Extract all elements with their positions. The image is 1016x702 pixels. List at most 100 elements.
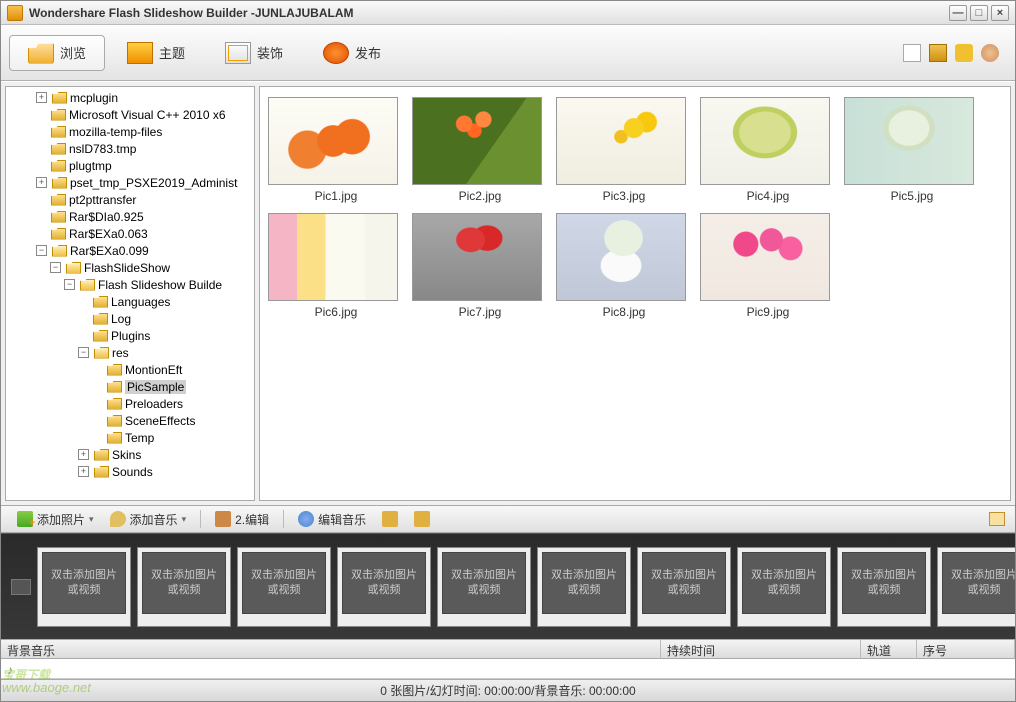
tree-item[interactable]: Microsoft Visual C++ 2010 x6: [8, 106, 252, 123]
edit-music-icon: [298, 511, 314, 527]
user-icon[interactable]: [981, 44, 999, 62]
edit-button[interactable]: 2.编辑: [209, 509, 275, 530]
tab-theme[interactable]: 主题: [109, 36, 203, 70]
folder-icon: [52, 245, 67, 257]
tree-item[interactable]: pt2pttransfer: [8, 191, 252, 208]
tree-item[interactable]: Plugins: [8, 327, 252, 344]
tree-item[interactable]: + mcplugin: [8, 89, 252, 106]
tree-label: pset_tmp_PSXE2019_Administ: [70, 176, 237, 190]
timeline-slot[interactable]: 双击添加图片或视频: [737, 547, 831, 627]
tree-item[interactable]: Temp: [8, 429, 252, 446]
folder-icon: [107, 398, 122, 410]
timeline-panel: 双击添加图片或视频双击添加图片或视频双击添加图片或视频双击添加图片或视频双击添加…: [1, 533, 1015, 639]
thumbnail-item[interactable]: Pic5.jpg: [844, 97, 980, 203]
tab-decorate[interactable]: 装饰: [207, 36, 301, 70]
tree-toggle-icon[interactable]: +: [78, 449, 89, 460]
thumbnail-item[interactable]: Pic7.jpg: [412, 213, 548, 319]
tree-item[interactable]: − Rar$EXa0.099: [8, 242, 252, 259]
tree-label: Rar$EXa0.099: [70, 244, 149, 258]
thumbnail-item[interactable]: Pic6.jpg: [268, 213, 404, 319]
tree-item[interactable]: −res: [8, 344, 252, 361]
music-track-row[interactable]: ♪: [1, 659, 1015, 679]
thumbnail-image: [412, 213, 542, 301]
tree-item[interactable]: Rar$EXa0.063: [8, 225, 252, 242]
new-page-icon[interactable]: [903, 44, 921, 62]
folder-icon: [51, 194, 66, 206]
col-duration[interactable]: 持续时间: [661, 640, 861, 658]
rotate-left-button[interactable]: [376, 509, 404, 529]
tree-label: Log: [111, 312, 131, 326]
thumbnail-item[interactable]: Pic1.jpg: [268, 97, 404, 203]
timeline-slot[interactable]: 双击添加图片或视频: [537, 547, 631, 627]
tree-item[interactable]: PicSample: [8, 378, 252, 395]
timeline-slot[interactable]: 双击添加图片或视频: [337, 547, 431, 627]
columns-header: 背景音乐 持续时间 轨道 序号: [1, 639, 1015, 659]
folder-icon: [51, 143, 66, 155]
tree-label: Sounds: [112, 465, 153, 479]
minimize-button[interactable]: —: [949, 5, 967, 21]
timeline-slot-placeholder: 双击添加图片或视频: [142, 552, 226, 614]
tree-toggle-icon[interactable]: −: [78, 347, 89, 358]
thumbnail-image: [412, 97, 542, 185]
tab-publish[interactable]: 发布: [305, 36, 399, 70]
thumbnail-item[interactable]: Pic2.jpg: [412, 97, 548, 203]
tree-toggle-icon[interactable]: +: [78, 466, 89, 477]
timeline-slot[interactable]: 双击添加图片或视频: [837, 547, 931, 627]
add-photo-button[interactable]: 添加照片▾: [11, 509, 100, 530]
tree-item[interactable]: Languages: [8, 293, 252, 310]
tab-browse[interactable]: 浏览: [9, 35, 105, 71]
tree-toggle-icon[interactable]: −: [36, 245, 47, 256]
col-bgmusic[interactable]: 背景音乐: [1, 640, 661, 658]
folder-tree[interactable]: + mcpluginMicrosoft Visual C++ 2010 x6moz…: [5, 86, 255, 501]
tree-label: PicSample: [125, 380, 186, 394]
timeline-slot[interactable]: 双击添加图片或视频: [637, 547, 731, 627]
close-button[interactable]: ×: [991, 5, 1009, 21]
tree-item[interactable]: SceneEffects: [8, 412, 252, 429]
thumbnail-image: [700, 97, 830, 185]
timeline-slot[interactable]: 双击添加图片或视频: [937, 547, 1015, 627]
tree-item[interactable]: plugtmp: [8, 157, 252, 174]
maximize-button[interactable]: □: [970, 5, 988, 21]
tree-item[interactable]: MontionEft: [8, 361, 252, 378]
thumbnail-item[interactable]: Pic3.jpg: [556, 97, 692, 203]
thumbnail-item[interactable]: Pic8.jpg: [556, 213, 692, 319]
timeline-slot[interactable]: 双击添加图片或视频: [237, 547, 331, 627]
tree-item[interactable]: Rar$DIa0.925: [8, 208, 252, 225]
timeline-slot[interactable]: 双击添加图片或视频: [437, 547, 531, 627]
folder-icon: [51, 211, 66, 223]
tree-item[interactable]: + Sounds: [8, 463, 252, 480]
tree-item[interactable]: −FlashSlideShow: [8, 259, 252, 276]
tree-toggle-icon[interactable]: −: [50, 262, 61, 273]
tree-item[interactable]: − Flash Slideshow Builde: [8, 276, 252, 293]
tree-label: Rar$DIa0.925: [69, 210, 144, 224]
expand-timeline-button[interactable]: [989, 512, 1005, 526]
col-order[interactable]: 序号: [917, 640, 1015, 658]
register-key-icon[interactable]: [955, 44, 973, 62]
folder-icon: [52, 177, 67, 189]
thumbnail-item[interactable]: Pic4.jpg: [700, 97, 836, 203]
tree-item[interactable]: mozilla-temp-files: [8, 123, 252, 140]
folder-icon: [28, 42, 54, 64]
tree-item[interactable]: nslD783.tmp: [8, 140, 252, 157]
tree-item[interactable]: Preloaders: [8, 395, 252, 412]
add-music-icon: [110, 511, 126, 527]
thumbnail-item[interactable]: Pic9.jpg: [700, 213, 836, 319]
tree-item[interactable]: + pset_tmp_PSXE2019_Administ: [8, 174, 252, 191]
tree-toggle-icon[interactable]: +: [36, 177, 47, 188]
tree-label: mcplugin: [70, 91, 118, 105]
tree-toggle-icon[interactable]: −: [64, 279, 75, 290]
tree-item[interactable]: Log: [8, 310, 252, 327]
tree-toggle-icon[interactable]: +: [36, 92, 47, 103]
rotate-right-button[interactable]: [408, 509, 436, 529]
timeline-film-icon: [11, 579, 31, 595]
timeline-slot[interactable]: 双击添加图片或视频: [137, 547, 231, 627]
tree-label: Flash Slideshow Builde: [98, 278, 222, 292]
thumbnail-image: [700, 213, 830, 301]
tree-item[interactable]: +Skins: [8, 446, 252, 463]
edit-music-button[interactable]: 编辑音乐: [292, 509, 372, 530]
timeline-slot-placeholder: 双击添加图片或视频: [442, 552, 526, 614]
timeline-slot[interactable]: 双击添加图片或视频: [37, 547, 131, 627]
save-icon[interactable]: [929, 44, 947, 62]
add-music-button[interactable]: 添加音乐▾: [104, 509, 193, 530]
col-track[interactable]: 轨道: [861, 640, 917, 658]
